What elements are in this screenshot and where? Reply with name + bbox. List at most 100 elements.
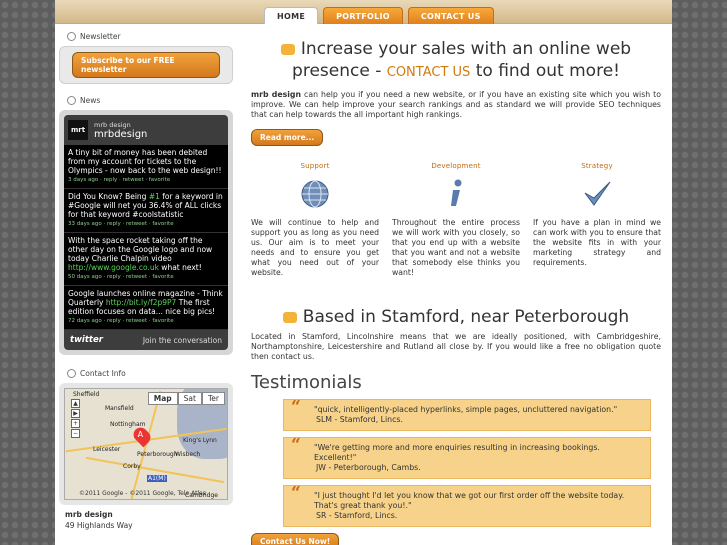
tweet-text: With the space rocket taking off the oth… <box>68 236 213 263</box>
location-title: Based in Stamford, near Peterborough <box>302 307 630 327</box>
tweet: With the space rocket taking off the oth… <box>64 233 228 286</box>
main-nav: HOME PORTFOLIO CONTACT US <box>264 7 494 24</box>
subscribe-button[interactable]: Subscribe to our FREE newsletter <box>72 52 220 78</box>
map-box: Sheffield Mansfield Nottingham Leicester… <box>59 383 233 505</box>
testimonial: “ "I just thought I'd let you know that … <box>283 485 651 527</box>
read-more-button[interactable]: Read more... <box>251 129 324 146</box>
address-line: 49 Highlands Way <box>65 521 133 530</box>
news-title: News <box>80 95 101 105</box>
map-label: Wisbech <box>175 451 201 458</box>
tweet-meta[interactable]: 50 days ago · reply · retweet · favorite <box>68 273 224 282</box>
map-road <box>130 390 162 499</box>
map-copyright: ©2011 Google - ©2011 Google, Tele Atlas <box>79 490 206 497</box>
column-text: Throughout the entire process we will wo… <box>392 218 520 277</box>
info-icon <box>392 178 520 210</box>
testimonial-quote: "I just thought I'd let you know that we… <box>314 491 625 510</box>
twitter-avatar[interactable]: mrt <box>68 120 88 140</box>
twitter-handle[interactable]: mrbdesign <box>94 129 147 140</box>
twitter-name: mrb design <box>94 120 131 129</box>
tweet-feed: A tiny bit of money has been debited fro… <box>64 145 228 330</box>
gear-icon <box>67 31 76 41</box>
column-title: Development <box>431 162 481 170</box>
main-headline: Increase your sales with an online web p… <box>251 38 661 84</box>
tweet: A tiny bit of money has been debited fro… <box>64 145 228 189</box>
tweet: Did You Know? Being #1 for a keyword in … <box>64 189 228 233</box>
testimonial-quote: "We're getting more and more enquiries r… <box>314 443 600 462</box>
tweet-text: Did You Know? Being <box>68 192 149 201</box>
testimonial: “ "quick, intelligently-placed hyperlink… <box>283 399 651 431</box>
gear-icon <box>67 368 76 378</box>
tweet: Google launches online magazine - Think … <box>64 286 228 330</box>
quote-icon: “ <box>291 435 301 455</box>
map-label: Mansfield <box>105 405 134 412</box>
header-band: HOME PORTFOLIO CONTACT US <box>55 0 672 24</box>
quote-icon: “ <box>291 397 301 417</box>
map-label: King's Lynn <box>183 437 217 444</box>
map-label: Leicester <box>93 446 121 453</box>
map-type-sat[interactable]: Sat <box>177 392 202 405</box>
testimonial: “ "We're getting more and more enquiries… <box>283 437 651 479</box>
headline-contact-link[interactable]: CONTACT US <box>387 65 471 80</box>
news-heading: News <box>55 90 237 110</box>
intro-paragraph: mrb design can help you if you need a ne… <box>251 90 661 120</box>
map-label: Sheffield <box>73 391 100 398</box>
map-type-ter[interactable]: Ter <box>201 392 225 405</box>
zoom-in-icon[interactable]: + <box>71 419 80 428</box>
service-columns: Support We will continue to help and sup… <box>251 162 661 278</box>
intro-text: can help you if you need a new website, … <box>251 90 661 119</box>
testimonial-author: SLM - Stamford, Lincs. <box>316 415 403 424</box>
speech-bubble-icon <box>282 311 297 323</box>
twitter-logo[interactable]: twitter <box>70 335 103 345</box>
map-label: Corby <box>123 463 141 470</box>
column-text: If you have a plan in mind we can work w… <box>533 218 661 267</box>
tweet-link[interactable]: http://www.google.co.uk <box>68 263 159 272</box>
pan-up-icon[interactable]: ▲ <box>71 399 80 408</box>
sidebar: Newsletter Subscribe to our FREE newslet… <box>55 26 237 535</box>
zoom-out-icon[interactable]: − <box>71 429 80 438</box>
company-name: mrb design <box>251 90 302 99</box>
tweet-meta[interactable]: 33 days ago · reply · retweet · favorite <box>68 220 224 229</box>
newsletter-box: Subscribe to our FREE newsletter <box>59 46 233 84</box>
column-title: Support <box>300 162 330 170</box>
speech-bubble-icon <box>280 43 295 55</box>
map-type-map[interactable]: Map <box>147 392 178 405</box>
twitter-header: mrt mrb design mrbdesign <box>64 115 228 145</box>
map-type-switcher: Map Sat Ter <box>147 392 225 405</box>
twitter-widget: mrt mrb design mrbdesign A tiny bit of m… <box>59 110 233 355</box>
address-line: mrb design <box>65 510 113 519</box>
address: mrb design 49 Highlands Way <box>55 505 237 535</box>
map-label: A1(M) <box>147 475 167 482</box>
map-pin-label: A <box>137 429 144 439</box>
column-strategy: Strategy If you have a plan in mind we c… <box>533 162 661 278</box>
tweet-text: what next! <box>158 263 202 272</box>
page-container: HOME PORTFOLIO CONTACT US Newsletter Sub… <box>55 0 672 545</box>
join-conversation-link[interactable]: Join the conversation <box>143 336 222 345</box>
gear-icon <box>67 95 76 105</box>
tweet-link[interactable]: #1 <box>149 192 160 201</box>
column-support: Support We will continue to help and sup… <box>251 162 379 278</box>
google-map[interactable]: Sheffield Mansfield Nottingham Leicester… <box>64 388 228 500</box>
tweet-text: A tiny bit of money has been debited fro… <box>68 148 222 175</box>
tweet-meta[interactable]: 3 days ago · reply · retweet · favorite <box>68 176 224 185</box>
testimonial-quote: "quick, intelligently-placed hyperlinks,… <box>314 405 618 414</box>
read-more-wrap: Read more... <box>251 125 661 146</box>
checkmark-icon <box>533 178 661 210</box>
column-text: We will continue to help and support you… <box>251 218 379 277</box>
nav-tab-home[interactable]: HOME <box>264 7 319 24</box>
testimonial-author: SR - Stamford, Lincs. <box>316 511 398 520</box>
tweet-link[interactable]: http://bit.ly/f2p9P7 <box>106 298 176 307</box>
testimonial-author: JW - Peterborough, Cambs. <box>316 463 421 472</box>
nav-tab-contact[interactable]: CONTACT US <box>407 7 494 24</box>
location-paragraph: Located in Stamford, Lincolnshire means … <box>251 332 661 361</box>
location-heading: Based in Stamford, near Peterborough <box>251 306 661 328</box>
contact-heading: Contact Info <box>55 363 237 383</box>
pan-right-icon[interactable]: ▶ <box>71 409 80 418</box>
testimonials-heading: Testimonials <box>251 372 362 393</box>
contact-us-now-button[interactable]: Contact Us Now! <box>251 533 340 545</box>
tweet-meta[interactable]: 72 days ago · reply · retweet · favorite <box>68 317 224 326</box>
twitter-footer: twitter Join the conversation <box>64 330 228 350</box>
newsletter-title: Newsletter <box>80 31 121 41</box>
newsletter-heading: Newsletter <box>55 26 237 46</box>
map-zoom-controls: ▲ ▶ + − <box>71 399 80 438</box>
nav-tab-portfolio[interactable]: PORTFOLIO <box>323 7 403 24</box>
